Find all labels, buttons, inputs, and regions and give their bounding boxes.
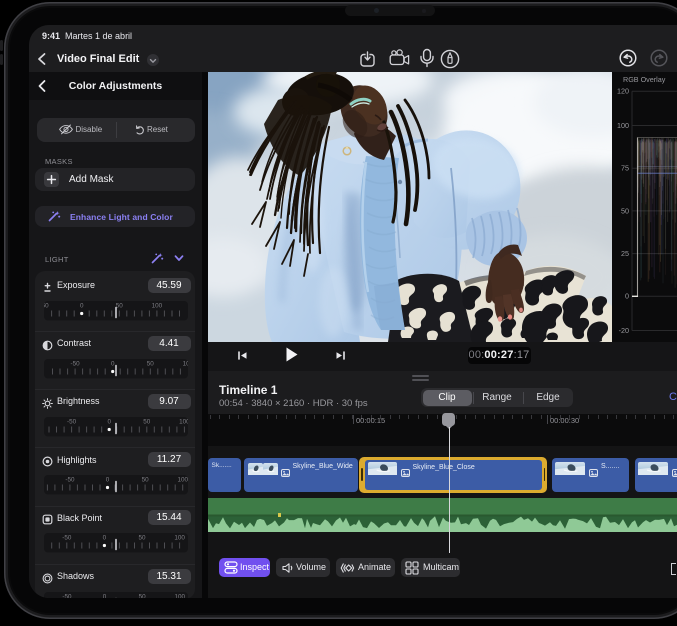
svg-text:25: 25 <box>621 249 629 258</box>
svg-text:-50: -50 <box>71 360 81 367</box>
svg-text:0: 0 <box>103 593 107 598</box>
svg-text:0: 0 <box>106 476 110 483</box>
svg-text:50: 50 <box>147 360 155 367</box>
svg-text:-50: -50 <box>65 476 75 483</box>
svg-text:50: 50 <box>116 302 124 309</box>
svg-text:-50: -50 <box>44 302 49 309</box>
svg-text:50: 50 <box>142 476 150 483</box>
svg-text:120: 120 <box>617 87 629 96</box>
svg-text:100: 100 <box>617 121 629 130</box>
svg-text:0: 0 <box>111 360 115 367</box>
svg-text:50: 50 <box>621 206 629 215</box>
svg-text:-50: -50 <box>62 535 72 542</box>
svg-text:100: 100 <box>177 476 188 483</box>
svg-text:0: 0 <box>625 292 629 301</box>
svg-text:0: 0 <box>103 535 107 542</box>
svg-text:0: 0 <box>107 418 111 425</box>
svg-text:0: 0 <box>80 302 84 309</box>
svg-text:100: 100 <box>183 360 188 367</box>
svg-text:-50: -50 <box>67 418 77 425</box>
svg-text:100: 100 <box>179 418 188 425</box>
svg-text:75: 75 <box>621 164 629 173</box>
svg-text:100: 100 <box>174 535 185 542</box>
svg-text:RGB Overlay: RGB Overlay <box>623 75 666 84</box>
svg-text:100: 100 <box>174 593 185 598</box>
svg-text:100: 100 <box>152 302 163 309</box>
svg-text:-20: -20 <box>619 326 629 335</box>
svg-text:50: 50 <box>139 593 147 598</box>
svg-text:-50: -50 <box>62 593 72 598</box>
svg-text:50: 50 <box>143 418 151 425</box>
svg-text:50: 50 <box>138 535 146 542</box>
